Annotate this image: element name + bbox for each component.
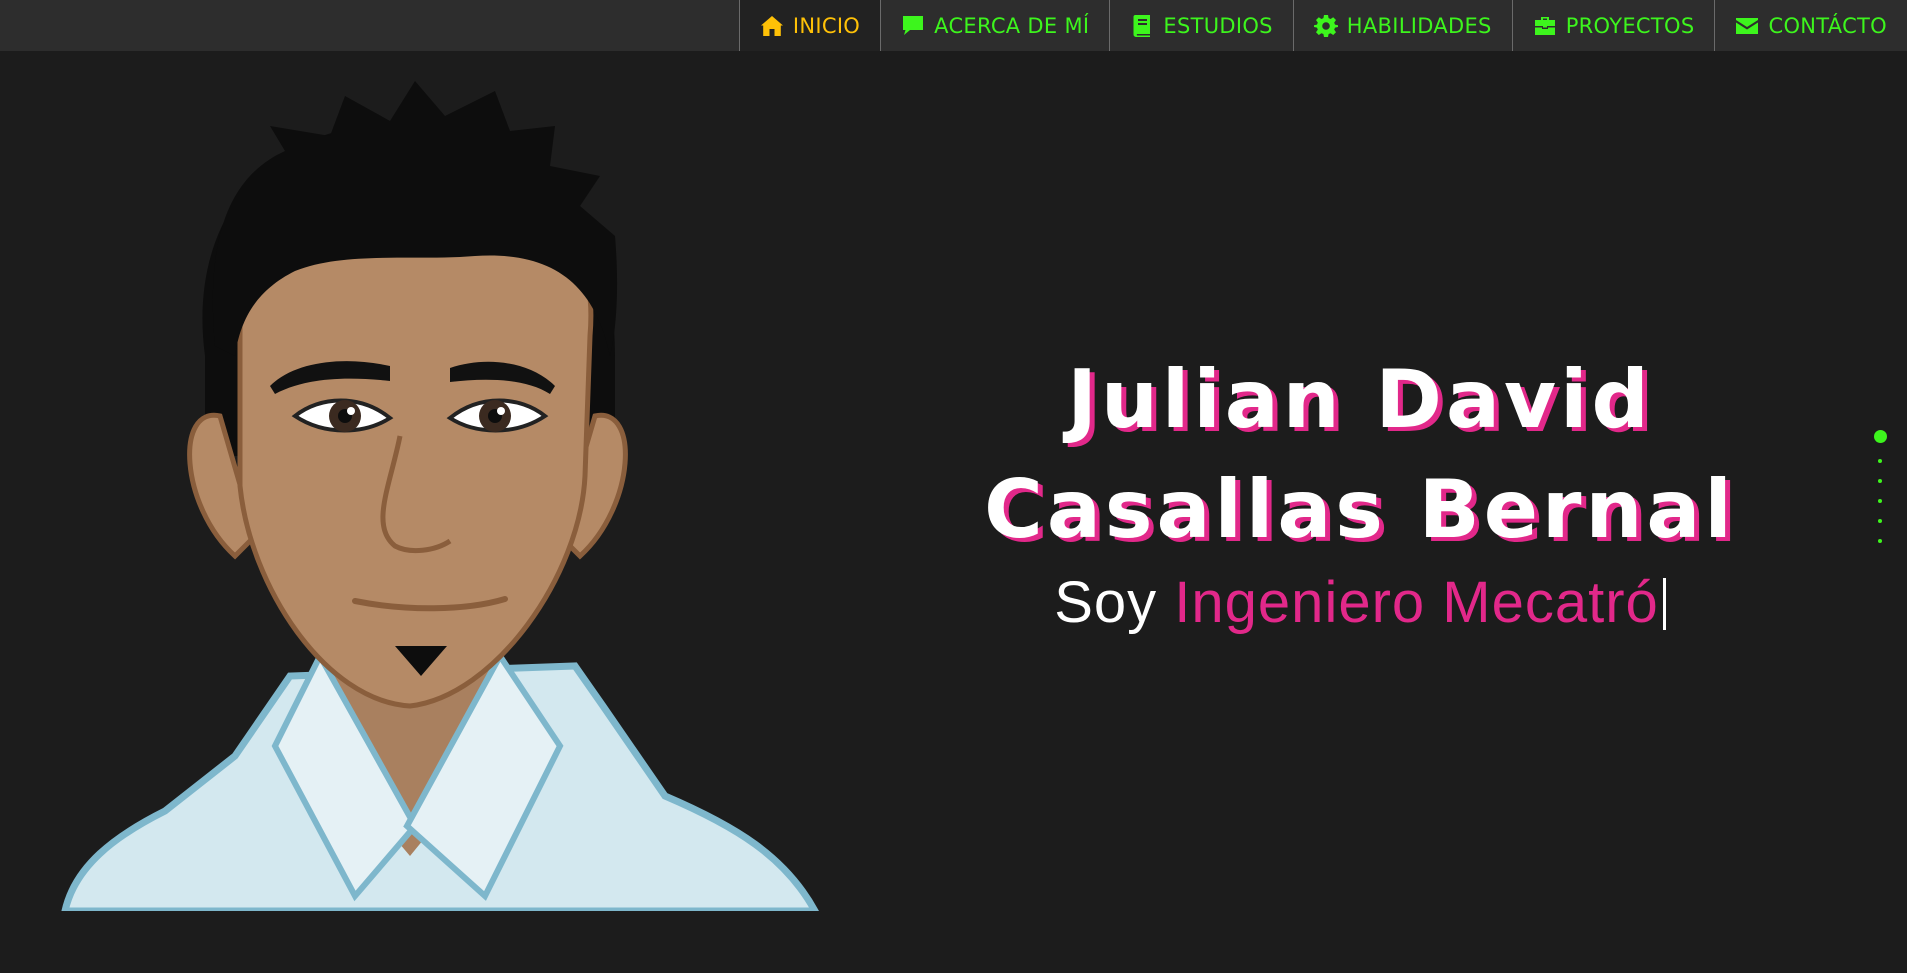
pager-dot[interactable] [1878,459,1882,463]
section-pager [1872,430,1888,559]
nav-label: PROYECTOS [1565,13,1695,38]
nav-label: CONTÁCTO [1768,13,1887,38]
nav-item-acerca[interactable]: ACERCA DE MÍ [880,0,1109,51]
hero-subtitle: Soy Ingeniero Mecatró [950,567,1770,639]
top-navbar: INICIO ACERCA DE MÍ ESTUDIOS HABILIDADES… [0,0,1907,51]
nav-item-contacto[interactable]: CONTÁCTO [1714,0,1907,51]
typed-text: Ingeniero Mecatró [1174,570,1659,635]
envelope-icon [1736,17,1759,34]
hero-name-line1: Julian David [1067,353,1653,446]
nav-item-proyectos[interactable]: PROYECTOS [1511,0,1715,51]
comment-icon [903,15,924,35]
main-nav: INICIO ACERCA DE MÍ ESTUDIOS HABILIDADES… [738,0,1907,51]
hero-name: Julian David Casallas Bernal [950,345,1770,565]
pager-dot[interactable] [1878,479,1882,483]
pager-dot[interactable] [1878,499,1882,503]
pager-dot[interactable] [1878,539,1882,543]
nav-item-inicio[interactable]: INICIO [738,0,881,51]
gear-icon [1313,14,1338,37]
home-icon [760,15,783,36]
briefcase-icon [1534,16,1555,35]
avatar-illustration [61,81,819,911]
subtitle-prefix: Soy [1054,570,1158,635]
pager-dot[interactable] [1878,519,1882,523]
nav-item-estudios[interactable]: ESTUDIOS [1109,0,1292,51]
nav-label: ACERCA DE MÍ [934,13,1090,38]
typing-caret [1662,578,1666,630]
pager-dot-active[interactable] [1873,430,1887,443]
nav-item-habilidades[interactable]: HABILIDADES [1292,0,1512,51]
nav-label: HABILIDADES [1346,13,1492,38]
book-icon [1133,14,1151,37]
hero-section: Julian David Casallas Bernal Soy Ingenie… [950,345,1770,639]
hero-name-line2: Casallas Bernal [984,463,1736,556]
nav-label: INICIO [792,13,861,38]
nav-label: ESTUDIOS [1163,13,1273,38]
